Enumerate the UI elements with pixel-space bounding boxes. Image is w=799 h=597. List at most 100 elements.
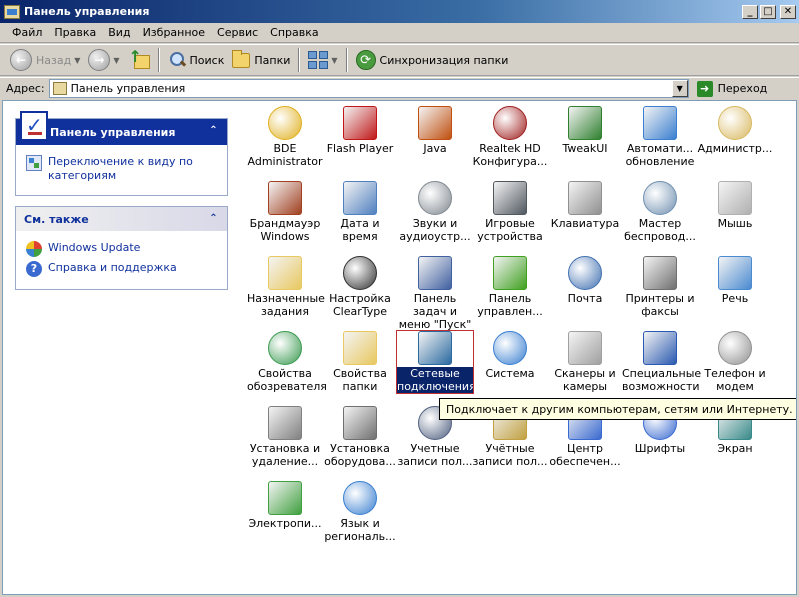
cp-item-speech[interactable]: Речь — [697, 256, 773, 305]
cp-item-add-remove-programs[interactable]: Установка и удаление... — [247, 406, 323, 468]
cp-item-firewall[interactable]: Брандмауэр Windows — [247, 181, 323, 243]
panel-header[interactable]: Панель управления ⌃ — [16, 111, 227, 145]
title-bar[interactable]: Панель управления _ □ ✕ — [0, 0, 799, 23]
close-button[interactable]: ✕ — [780, 4, 796, 19]
windows-update-link[interactable]: Windows Update — [26, 241, 219, 257]
cp-item-bde-admin[interactable]: BDE Administrator — [247, 106, 323, 168]
game-devices-icon — [493, 181, 527, 215]
taskbar-start-icon — [418, 256, 452, 290]
panel-title: См. также — [24, 212, 89, 226]
chevron-down-icon[interactable]: ▼ — [74, 56, 80, 65]
cp-item-label: Звуки и аудиоустр... — [399, 217, 471, 243]
windows-update-icon — [26, 241, 42, 257]
add-remove-programs-icon — [268, 406, 302, 440]
cp-item-realtek-hd[interactable]: Realtek HD Конфигура... — [472, 106, 548, 168]
views-button[interactable]: ▼ — [304, 47, 341, 73]
sync-button[interactable]: ⟳ Синхронизация папки — [352, 47, 513, 73]
go-button[interactable]: ➜ Переход — [696, 80, 767, 97]
collapse-icon[interactable]: ⌃ — [206, 211, 221, 226]
menu-help[interactable]: Справка — [264, 26, 324, 39]
back-arrow-icon: ← — [10, 49, 32, 71]
menu-tools[interactable]: Сервис — [211, 26, 264, 39]
collapse-icon[interactable]: ⌃ — [206, 123, 221, 138]
cp-item-regional-options[interactable]: Язык и региональ... — [322, 481, 398, 543]
cp-item-label: Сетевые подключения — [397, 367, 476, 393]
cp-item-java[interactable]: Java — [397, 106, 473, 155]
menu-favorites[interactable]: Избранное — [137, 26, 211, 39]
folder-up-icon — [128, 47, 150, 71]
cp-item-admin-tools[interactable]: Администр... — [697, 106, 773, 155]
add-hardware-icon — [343, 406, 377, 440]
sounds-icon — [418, 181, 452, 215]
control-panel-icon — [52, 82, 67, 95]
switch-category-view-link[interactable]: Переключение к виду по категориям — [26, 155, 219, 183]
cp-item-nvidia-panel[interactable]: Панель управлен... — [472, 256, 548, 318]
cp-item-label: Администр... — [697, 142, 773, 155]
cp-item-label: Система — [485, 367, 535, 380]
cp-item-system[interactable]: Система — [472, 331, 548, 380]
up-button[interactable] — [124, 47, 154, 73]
cp-item-folder-options[interactable]: Свойства папки — [322, 331, 398, 393]
cp-item-mail[interactable]: Почта — [547, 256, 623, 305]
cp-item-date-time[interactable]: Дата и время — [322, 181, 398, 243]
cp-item-label: Установка оборудова... — [324, 442, 396, 468]
cp-item-label: Учетные записи пол... — [397, 442, 473, 468]
folders-button[interactable]: Папки — [228, 47, 294, 73]
cp-item-label: Realtek HD Конфигура... — [472, 142, 548, 168]
cp-item-power-options[interactable]: Электропи... — [247, 481, 323, 530]
help-support-link[interactable]: ? Справка и поддержка — [26, 261, 219, 277]
cp-item-keyboard[interactable]: Клавиатура — [547, 181, 623, 230]
cp-item-tweakui[interactable]: TweakUI — [547, 106, 623, 155]
cp-item-scheduled-tasks[interactable]: Назначенные задания — [247, 256, 325, 318]
bde-admin-icon — [268, 106, 302, 140]
views-icon — [308, 51, 329, 69]
cp-item-flash-player[interactable]: Flash Player — [322, 106, 398, 155]
see-also-panel: См. также ⌃ Windows Update ? Справка и п… — [15, 206, 228, 290]
menu-view[interactable]: Вид — [102, 26, 136, 39]
search-button[interactable]: Поиск — [164, 47, 229, 73]
panel-title: Панель управления — [50, 125, 176, 139]
chevron-down-icon[interactable]: ▼ — [113, 56, 119, 65]
toolbar: ← Назад ▼ → ▼ Поиск Папки ▼ ⟳ Синхрониза… — [0, 44, 799, 76]
cp-item-mouse[interactable]: Мышь — [697, 181, 773, 230]
address-input[interactable]: Панель управления ▼ — [48, 79, 689, 98]
folder-options-icon — [343, 331, 377, 365]
cp-item-label: Центр обеспечен... — [549, 442, 621, 468]
cp-item-label: Речь — [721, 292, 749, 305]
cp-item-wireless-wizard[interactable]: Мастер беспровод... — [622, 181, 698, 243]
control-panel-icon — [4, 4, 20, 19]
cp-item-game-devices[interactable]: Игровые устройства — [472, 181, 548, 243]
cp-item-auto-update[interactable]: Автомати... обновление — [622, 106, 698, 168]
chevron-down-icon[interactable]: ▼ — [331, 56, 337, 65]
cp-item-cleartype[interactable]: Настройка ClearType — [322, 256, 398, 318]
scheduled-tasks-icon — [268, 256, 302, 290]
folder-icon — [232, 49, 251, 68]
menu-file[interactable]: Файл — [6, 26, 48, 39]
cp-item-network-connections[interactable]: Сетевые подключения — [396, 330, 476, 394]
cp-item-printers-faxes[interactable]: Принтеры и факсы — [622, 256, 698, 318]
menu-edit[interactable]: Правка — [48, 26, 102, 39]
address-label: Адрес: — [6, 82, 45, 95]
checklist-icon — [20, 111, 48, 141]
cp-item-accessibility[interactable]: Специальные возможности — [622, 331, 701, 393]
cp-item-taskbar-start[interactable]: Панель задач и меню "Пуск" — [397, 256, 473, 331]
cp-item-sounds[interactable]: Звуки и аудиоустр... — [397, 181, 473, 243]
minimize-button[interactable]: _ — [742, 4, 758, 19]
go-arrow-icon: ➜ — [696, 80, 713, 97]
cp-item-phone-modem[interactable]: Телефон и модем — [697, 331, 773, 393]
panel-header[interactable]: См. также ⌃ — [16, 207, 227, 231]
cp-item-label: Настройка ClearType — [329, 292, 391, 318]
address-dropdown[interactable]: ▼ — [671, 80, 688, 97]
address-bar: Адрес: Панель управления ▼ ➜ Переход — [0, 77, 799, 99]
printers-faxes-icon — [643, 256, 677, 290]
internet-options-icon — [268, 331, 302, 365]
cp-item-label: Дата и время — [340, 217, 380, 243]
maximize-button[interactable]: □ — [760, 4, 776, 19]
back-button[interactable]: ← Назад ▼ — [6, 47, 84, 73]
cp-item-scanners-cameras[interactable]: Сканеры и камеры — [547, 331, 623, 393]
cp-item-internet-options[interactable]: Свойства обозревателя — [247, 331, 327, 393]
admin-tools-icon — [718, 106, 752, 140]
forward-button[interactable]: → ▼ — [84, 47, 123, 73]
cp-item-add-hardware[interactable]: Установка оборудова... — [322, 406, 398, 468]
cp-item-label: TweakUI — [562, 142, 608, 155]
